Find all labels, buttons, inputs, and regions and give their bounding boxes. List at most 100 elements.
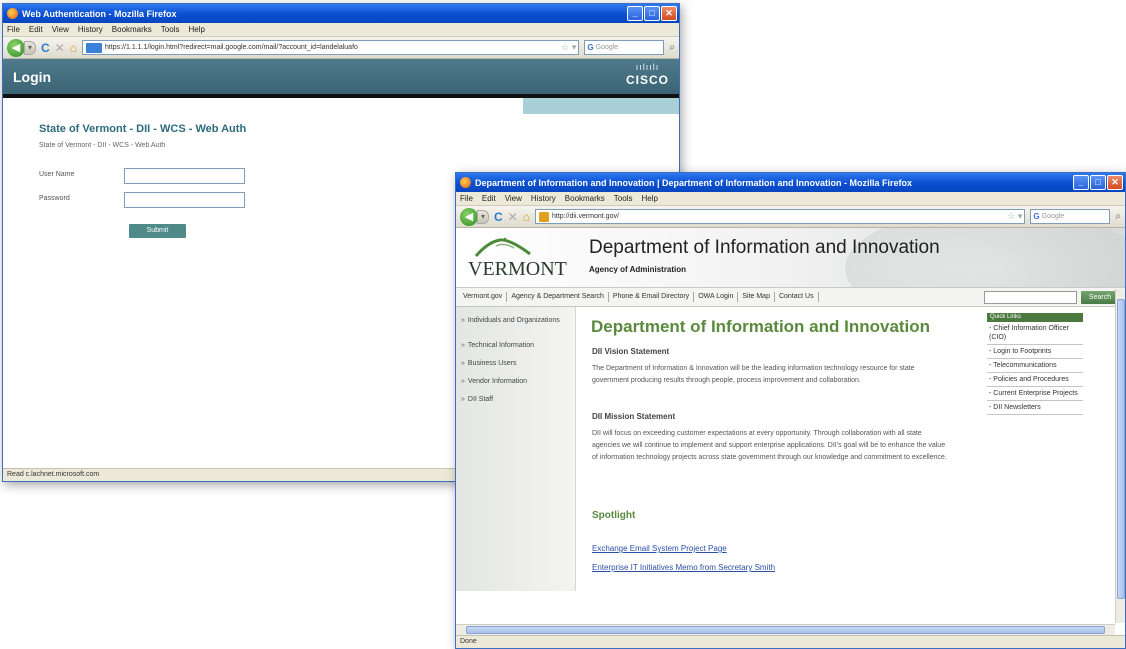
forward-button[interactable]: ▾ — [477, 209, 489, 224]
forward-button[interactable]: ▾ — [24, 40, 36, 55]
nav-owa-login[interactable]: OWA Login — [694, 292, 739, 302]
menu-file[interactable]: File — [460, 194, 473, 203]
reload-icon[interactable]: C — [494, 210, 503, 224]
firefox-icon — [460, 177, 471, 188]
left-nav-label: DII Staff — [467, 396, 494, 403]
top-navigation: Vermont.gov Agency & Department Search P… — [456, 288, 1125, 307]
left-nav-item[interactable]: » Vendor Information — [461, 376, 527, 387]
title-bar[interactable]: Web Authentication - Mozilla Firefox _ □… — [3, 4, 679, 23]
arrow-icon: » — [461, 378, 465, 385]
menu-view[interactable]: View — [505, 194, 522, 203]
horizontal-scrollbar[interactable] — [456, 624, 1115, 635]
left-nav-item[interactable]: » Technical Information — [461, 340, 534, 351]
arrow-icon: » — [461, 317, 465, 324]
quick-link-item[interactable]: - Login to Footprints — [987, 345, 1083, 359]
username-input[interactable] — [124, 168, 245, 184]
menu-edit[interactable]: Edit — [29, 25, 43, 34]
site-search-button[interactable]: Search — [1081, 291, 1119, 304]
minimize-button[interactable]: _ — [627, 6, 643, 21]
vermont-logo[interactable]: VERMONT — [468, 232, 572, 284]
title-bar[interactable]: Department of Information and Innovation… — [456, 173, 1125, 192]
spotlight-link[interactable]: Enterprise IT Initiatives Memo from Secr… — [592, 563, 775, 572]
stop-icon[interactable]: ✕ — [55, 41, 65, 55]
menu-view[interactable]: View — [52, 25, 69, 34]
vision-heading: DII Vision Statement — [592, 347, 670, 356]
login-title: Login — [13, 69, 52, 85]
arrow-icon: » — [461, 396, 465, 403]
quick-link-label: Policies and Procedures — [993, 376, 1069, 383]
menu-history[interactable]: History — [531, 194, 556, 203]
url-bar[interactable]: http://dii.vermont.gov/ ☆ ▾ — [534, 209, 1026, 224]
quick-link-item[interactable]: - Current Enterprise Projects — [987, 387, 1083, 401]
menu-history[interactable]: History — [78, 25, 103, 34]
scroll-thumb[interactable] — [1117, 299, 1125, 599]
search-magnifier-icon[interactable]: ⌕ — [1115, 211, 1121, 222]
auth-heading: State of Vermont - DII - WCS - Web Auth — [39, 123, 247, 135]
back-button[interactable]: ◀ — [460, 207, 478, 226]
menu-bar: File Edit View History Bookmarks Tools H… — [3, 23, 679, 37]
scroll-thumb[interactable] — [466, 626, 1105, 634]
cisco-logo: ıılıılı CISCO — [626, 62, 669, 87]
quick-link-item[interactable]: - Policies and Procedures — [987, 373, 1083, 387]
stop-icon[interactable]: ✕ — [508, 210, 518, 224]
nav-phone-directory[interactable]: Phone & Email Directory — [609, 292, 695, 302]
search-box[interactable]: G Google — [584, 40, 665, 55]
nav-site-map[interactable]: Site Map — [738, 292, 775, 302]
menu-bookmarks[interactable]: Bookmarks — [112, 25, 152, 34]
left-nav-item[interactable]: » DII Staff — [461, 394, 493, 405]
google-icon: G — [1033, 212, 1040, 221]
site-identity-icon[interactable] — [538, 211, 549, 222]
quick-link-item[interactable]: - Chief Information Officer (CIO) — [987, 322, 1083, 345]
nav-agency-search[interactable]: Agency & Department Search — [507, 292, 609, 302]
search-box[interactable]: G Google — [1030, 209, 1111, 224]
window-title: Web Authentication - Mozilla Firefox — [22, 8, 177, 19]
site-search-input[interactable] — [984, 291, 1077, 304]
left-nav-label: Technical Information — [467, 342, 535, 349]
search-magnifier-icon[interactable]: ⌕ — [669, 42, 675, 53]
quick-link-label: Telecommunications — [993, 362, 1057, 369]
back-button[interactable]: ◀ — [7, 38, 25, 57]
cisco-logo-bars: ıılıılı — [635, 62, 660, 72]
maximize-button[interactable]: □ — [644, 6, 660, 21]
spotlight-heading: Spotlight — [592, 510, 636, 521]
vertical-scrollbar[interactable] — [1115, 289, 1125, 623]
left-nav-item[interactable]: » Business Users — [461, 358, 517, 369]
menu-help[interactable]: Help — [188, 25, 204, 34]
menu-help[interactable]: Help — [641, 194, 657, 203]
menu-tools[interactable]: Tools — [161, 25, 180, 34]
auth-subheading: State of Vermont - DII - WCS - Web Auth — [39, 142, 166, 149]
quick-link-label: Login to Footprints — [993, 348, 1052, 355]
nav-vermont-gov[interactable]: Vermont.gov — [459, 292, 508, 302]
page-body: » Individuals and Organizations » Technica… — [456, 307, 1125, 591]
home-icon[interactable]: ⌂ — [523, 210, 530, 224]
menu-bookmarks[interactable]: Bookmarks — [565, 194, 605, 203]
password-input[interactable] — [124, 192, 245, 208]
close-button[interactable]: ✕ — [661, 6, 677, 21]
close-button[interactable]: ✕ — [1107, 175, 1123, 190]
bookmark-star-icon[interactable]: ☆ ▾ — [561, 41, 578, 54]
menu-tools[interactable]: Tools — [614, 194, 633, 203]
nav-contact-us[interactable]: Contact Us — [775, 292, 819, 302]
left-nav-label: Vendor Information — [467, 378, 528, 385]
firefox-icon — [7, 8, 18, 19]
reload-icon[interactable]: C — [41, 41, 50, 55]
site-identity-icon[interactable] — [85, 42, 102, 53]
left-nav-item[interactable]: » Individuals and Organizations — [461, 315, 560, 326]
quick-link-item[interactable]: - Telecommunications — [987, 359, 1083, 373]
arrow-icon: » — [461, 360, 465, 367]
main-heading: Department of Information and Innovation — [591, 317, 931, 336]
arrow-icon: » — [461, 342, 465, 349]
maximize-button[interactable]: □ — [1090, 175, 1106, 190]
search-placeholder: Google — [1041, 213, 1065, 220]
home-icon[interactable]: ⌂ — [70, 41, 77, 55]
spotlight-link[interactable]: Exchange Email System Project Page — [592, 544, 727, 553]
menu-edit[interactable]: Edit — [482, 194, 496, 203]
left-nav-label: Business Users — [467, 360, 517, 367]
url-text: http://dii.vermont.gov/ — [551, 213, 619, 220]
menu-file[interactable]: File — [7, 25, 20, 34]
submit-button[interactable]: Submit — [129, 224, 186, 238]
url-bar[interactable]: https://1.1.1.1/login.html?redirect=mail… — [81, 40, 580, 55]
quick-link-item[interactable]: - DII Newsletters — [987, 401, 1083, 415]
minimize-button[interactable]: _ — [1073, 175, 1089, 190]
bookmark-star-icon[interactable]: ☆ ▾ — [1007, 210, 1024, 223]
